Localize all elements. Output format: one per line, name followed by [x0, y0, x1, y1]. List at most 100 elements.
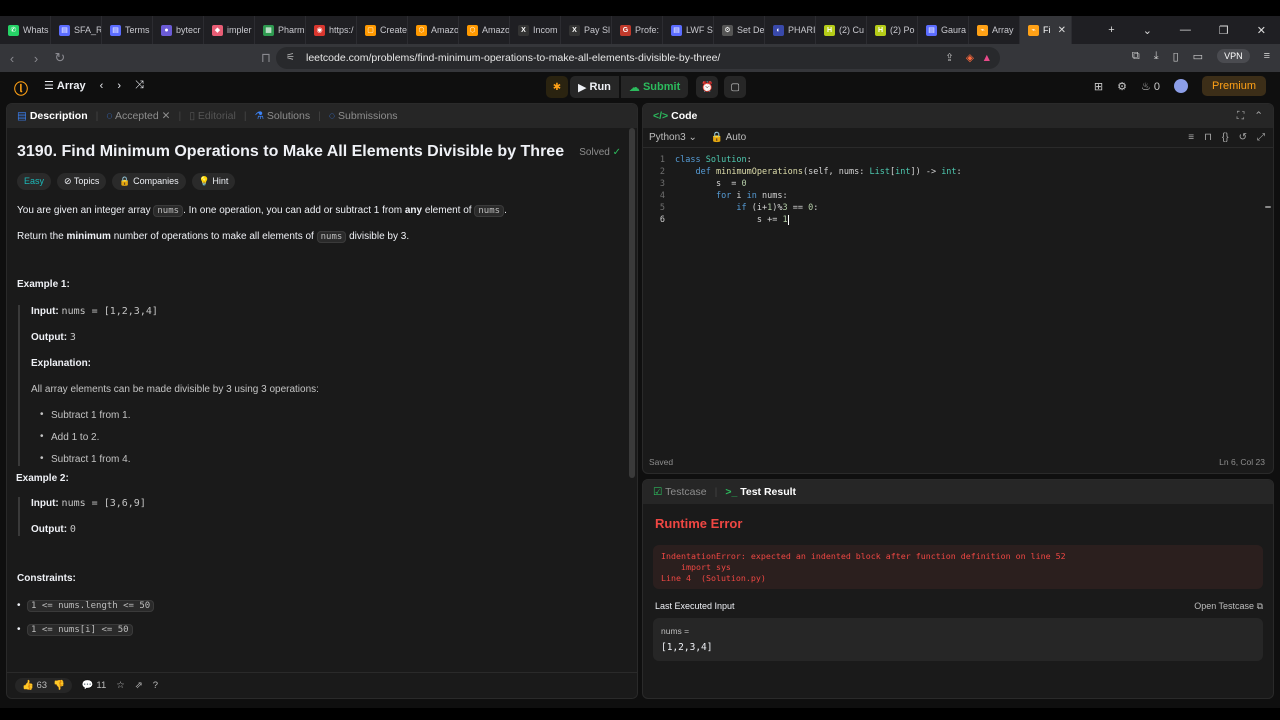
tab-favicon-icon: ⌁ [977, 24, 988, 36]
browser-tab[interactable]: ▤ LWF S [663, 16, 714, 44]
run-button[interactable]: ▶ Run [570, 76, 619, 98]
random-problem-icon[interactable]: ⤨ [135, 79, 144, 92]
browser-tab[interactable]: ⚙ Set De [714, 16, 765, 44]
companies-tag[interactable]: 🔒 Companies [112, 172, 186, 191]
premium-button[interactable]: Premium [1201, 76, 1266, 96]
chevron-down-icon[interactable]: ⌄ [1143, 24, 1152, 37]
avatar[interactable] [1173, 79, 1188, 93]
share-icon[interactable]: ⇗ [135, 680, 143, 691]
notes-icon[interactable]: ▢ [724, 76, 747, 98]
browser-tab[interactable]: ● bytecr [153, 16, 204, 44]
problem-title[interactable]: 3190. Find Minimum Operations to Make Al… [17, 142, 564, 163]
browser-tab[interactable]: X Pay Sl [561, 16, 612, 44]
browser-tab[interactable]: ▤ SFA_R [51, 16, 102, 44]
fullscreen-icon[interactable]: ⤢ [1257, 132, 1265, 143]
leetcode-logo-icon[interactable]: ⓛ [14, 79, 28, 97]
browser-tab[interactable]: H (2) Cu [816, 16, 867, 44]
tab-accepted[interactable]: ◌ Accepted ✕ [106, 110, 170, 122]
extensions-icon[interactable]: ⧉ [1132, 50, 1140, 63]
browser-tab[interactable]: H (2) Po [867, 16, 918, 44]
browser-tab[interactable]: ▢ Create [357, 16, 408, 44]
browser-tab[interactable]: ⬡ Amazo [459, 16, 510, 44]
dislike-button[interactable]: 👎 [53, 680, 65, 691]
close-tab-icon[interactable]: ✕ [162, 110, 171, 122]
favorite-star-icon[interactable]: ☆ [116, 680, 125, 691]
menu-icon[interactable]: ≡ [1264, 50, 1270, 62]
back-icon[interactable]: ‹ [0, 51, 24, 66]
next-problem-icon[interactable]: › [117, 80, 121, 92]
bookmark-icon[interactable]: ⊓ [1204, 132, 1212, 143]
format-icon[interactable]: ≡ [1188, 132, 1194, 143]
tab-testcase[interactable]: ☑ Testcase [653, 486, 707, 498]
topics-tag[interactable]: ⊘ Topics [57, 172, 107, 191]
tab-description[interactable]: ▤ Description [17, 110, 88, 122]
list-icon[interactable]: ☰ Array [44, 79, 86, 92]
vpn-button[interactable]: VPN [1217, 49, 1250, 63]
editor-scrollbar[interactable] [1265, 206, 1271, 208]
statement-text: divisible by 3. [346, 231, 410, 243]
output-label: Output: [31, 523, 68, 535]
description-scrollbar[interactable] [629, 128, 635, 478]
language-select[interactable]: Python3 ⌄ [649, 132, 697, 143]
address-bar[interactable]: ⚟ leetcode.com/problems/find-minimum-ope… [276, 47, 1000, 69]
browser-tab[interactable]: ▦ Pharm [255, 16, 306, 44]
layout-icon[interactable]: ⊞ [1094, 80, 1103, 93]
comments-button[interactable]: 💬 11 [82, 680, 106, 691]
forward-icon[interactable]: › [24, 51, 48, 66]
open-testcase-link[interactable]: Open Testcase ⧉ [1194, 601, 1263, 612]
like-button[interactable]: 👍 63 [22, 680, 47, 691]
debug-icon[interactable]: ✱ [546, 76, 568, 98]
browser-tab[interactable]: ◐ PHARI [765, 16, 816, 44]
reload-icon[interactable]: ↻ [48, 50, 72, 66]
browser-tab-label: Incom [533, 25, 558, 35]
browser-tab[interactable]: ⬡ Amazo [408, 16, 459, 44]
browser-tab[interactable]: ◉ https:/ [306, 16, 357, 44]
share-icon[interactable]: ⇪ [945, 52, 954, 64]
url-text: leetcode.com/problems/find-minimum-opera… [306, 52, 721, 64]
browser-tab[interactable]: X Incom [510, 16, 561, 44]
submit-label: Submit [642, 81, 681, 93]
download-icon[interactable]: ⤓ [1154, 50, 1159, 63]
tab-test-result[interactable]: >_ Test Result [725, 486, 796, 498]
hint-tag[interactable]: 💡 Hint [191, 172, 236, 191]
new-tab-icon[interactable]: + [1108, 24, 1114, 37]
browser-tab[interactable]: ⌁ Fi ✕ [1020, 16, 1072, 44]
browser-tab[interactable]: ◆ impler [204, 16, 255, 44]
maximize-icon[interactable]: ❐ [1219, 24, 1229, 37]
close-tab-icon[interactable]: ✕ [1058, 25, 1066, 36]
brave-shield-icon[interactable]: ◈ [966, 52, 974, 64]
browser-tab[interactable]: ⌁ Array [969, 16, 1020, 44]
tab-submissions[interactable]: ◌ Submissions [329, 110, 398, 122]
timer-icon[interactable]: ⏰ [696, 76, 719, 98]
help-icon[interactable]: ? [153, 680, 158, 691]
tab-favicon-icon: G [620, 24, 631, 36]
code-editor[interactable]: 1 2 3 4 5 6 class Solution: def minimumO… [643, 150, 1273, 450]
streak-counter[interactable]: ♨ 0 [1141, 80, 1160, 93]
minimize-icon[interactable]: — [1180, 24, 1191, 37]
example-2-input: Input: nums = [3,6,9] [31, 497, 627, 510]
sidebar-icon[interactable]: ▯ [1173, 50, 1179, 63]
close-window-icon[interactable]: ✕ [1257, 24, 1266, 37]
maximize-icon[interactable]: ⛶ [1237, 110, 1244, 123]
wallet-icon[interactable]: ▭ [1193, 50, 1203, 63]
braces-icon[interactable]: {} [1222, 132, 1229, 143]
autocomplete-toggle[interactable]: 🔒 Auto [711, 132, 746, 143]
site-info-icon[interactable]: ⚟ [286, 52, 295, 63]
browser-tab[interactable]: G Profe: [612, 16, 663, 44]
rewards-icon[interactable]: ▲ [982, 52, 992, 64]
code-tab[interactable]: </> Code [653, 110, 697, 122]
bookmark-icon[interactable]: ⊓ [254, 50, 278, 66]
submit-button[interactable]: ☁ Submit [620, 76, 689, 98]
problem-list-name[interactable]: Array [57, 80, 86, 92]
prev-problem-icon[interactable]: ‹ [100, 80, 104, 92]
browser-tab-label: bytecr [176, 25, 201, 35]
tab-submissions-label: Submissions [338, 110, 398, 122]
tab-editorial[interactable]: ▯ Editorial [189, 110, 236, 122]
browser-tab[interactable]: ▤ Terms [102, 16, 153, 44]
collapse-icon[interactable]: ⌃ [1254, 110, 1263, 123]
reset-icon[interactable]: ↺ [1239, 132, 1247, 143]
browser-tab[interactable]: ▤ Gaura [918, 16, 969, 44]
settings-gear-icon[interactable]: ⚙ [1117, 80, 1127, 93]
tab-solutions[interactable]: ⚗ Solutions [255, 110, 311, 122]
browser-tab[interactable]: ✆ Whats [0, 16, 51, 44]
